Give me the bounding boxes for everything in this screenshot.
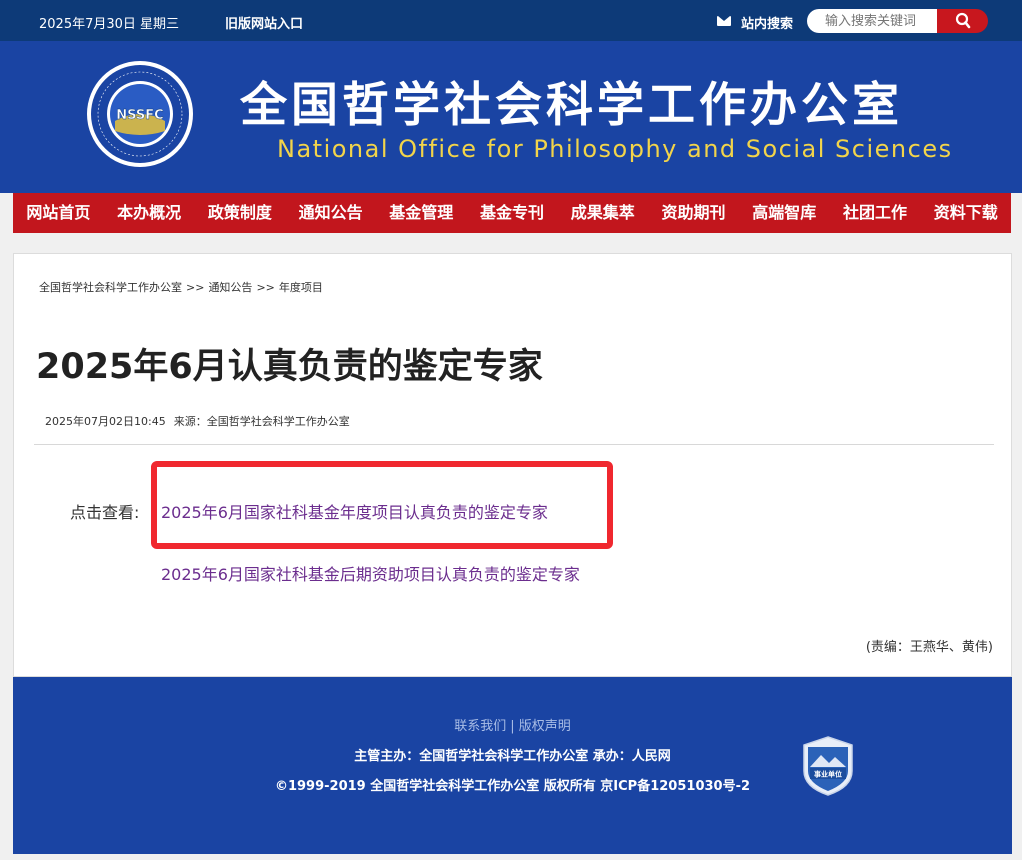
nav-item-societies[interactable]: 社团工作 <box>830 193 921 233</box>
breadcrumb-annual-projects[interactable]: 年度项目 <box>279 281 323 294</box>
search-button[interactable] <box>937 9 988 33</box>
nssfc-logo[interactable]: NSSFC <box>85 59 195 169</box>
search-icon <box>955 12 971 29</box>
divider <box>34 444 994 445</box>
article-source: 来源：全国哲学社会科学工作办公室 <box>173 415 350 428</box>
nav-item-think-tanks[interactable]: 高端智库 <box>739 193 830 233</box>
badge-text: 事业单位 <box>814 770 842 779</box>
highlight-box <box>151 461 613 549</box>
old-site-link[interactable]: 旧版网站入口 <box>225 13 303 32</box>
breadcrumb-notices[interactable]: 通知公告 <box>208 281 252 294</box>
footer-host-info: 主管主办：全国哲学社会科学工作办公室 承办：人民网 <box>354 749 671 764</box>
site-title-en: National Office for Philosophy and Socia… <box>277 135 953 163</box>
breadcrumb-home[interactable]: 全国哲学社会科学工作办公室 <box>39 281 182 294</box>
site-footer: 联系我们 | 版权声明 主管主办：全国哲学社会科学工作办公室 承办：人民网 ©199… <box>13 677 1012 854</box>
top-bar: 2025年7月30日 星期三 旧版网站入口 站内搜索 <box>0 0 1022 41</box>
nav-item-fund-journal[interactable]: 基金专刊 <box>467 193 558 233</box>
nav-item-notices[interactable]: 通知公告 <box>285 193 376 233</box>
footer-separator: | <box>510 719 515 734</box>
article-editor: (责编：王燕华、黄伟) <box>865 640 993 655</box>
nav-item-home[interactable]: 网站首页 <box>13 193 104 233</box>
nav-item-about[interactable]: 本办概况 <box>104 193 195 233</box>
article-meta: 2025年07月02日10:45 来源：全国哲学社会科学工作办公室 <box>45 413 350 429</box>
mail-icon <box>717 16 731 26</box>
nav-item-funded-journals[interactable]: 资助期刊 <box>648 193 739 233</box>
current-date: 2025年7月30日 星期三 <box>39 17 180 32</box>
nav-item-achievements[interactable]: 成果集萃 <box>557 193 648 233</box>
nav-item-downloads[interactable]: 资料下载 <box>920 193 1011 233</box>
article-panel: 全国哲学社会科学工作办公室 >> 通知公告 >> 年度项目 2025年6月认真负责的鉴定… <box>13 253 1012 677</box>
nav-item-fund-management[interactable]: 基金管理 <box>376 193 467 233</box>
logo-text: NSSFC <box>116 108 163 123</box>
site-banner: NSSFC 全国哲学社会科学工作办公室 National Office for … <box>0 41 1022 193</box>
breadcrumb-separator: >> <box>256 281 275 294</box>
copyright-statement-link[interactable]: 版权声明 <box>519 719 571 734</box>
click-to-view-label: 点击查看: <box>70 503 140 522</box>
search-input[interactable] <box>807 9 939 33</box>
public-institution-badge[interactable]: 事业单位 <box>801 735 855 797</box>
nav-item-policy[interactable]: 政策制度 <box>194 193 285 233</box>
search-label: 站内搜索 <box>741 17 794 32</box>
contact-us-link[interactable]: 联系我们 <box>454 719 506 734</box>
post-funding-experts-link[interactable]: 2025年6月国家社科基金后期资助项目认真负责的鉴定专家 <box>161 561 580 585</box>
main-nav: 网站首页 本办概况 政策制度 通知公告 基金管理 基金专刊 成果集萃 资助期刊 … <box>13 193 1011 233</box>
article-datetime: 2025年07月02日10:45 <box>45 415 166 428</box>
breadcrumb: 全国哲学社会科学工作办公室 >> 通知公告 >> 年度项目 <box>39 279 323 295</box>
footer-links: 联系我们 | 版权声明 <box>13 715 1012 734</box>
footer-copyright: ©1999-2019 全国哲学社会科学工作办公室 版权所有 京ICP备12051… <box>274 779 751 794</box>
site-title-cn: 全国哲学社会科学工作办公室 <box>240 78 903 133</box>
breadcrumb-separator: >> <box>186 281 205 294</box>
article-title: 2025年6月认真负责的鉴定专家 <box>36 347 543 387</box>
